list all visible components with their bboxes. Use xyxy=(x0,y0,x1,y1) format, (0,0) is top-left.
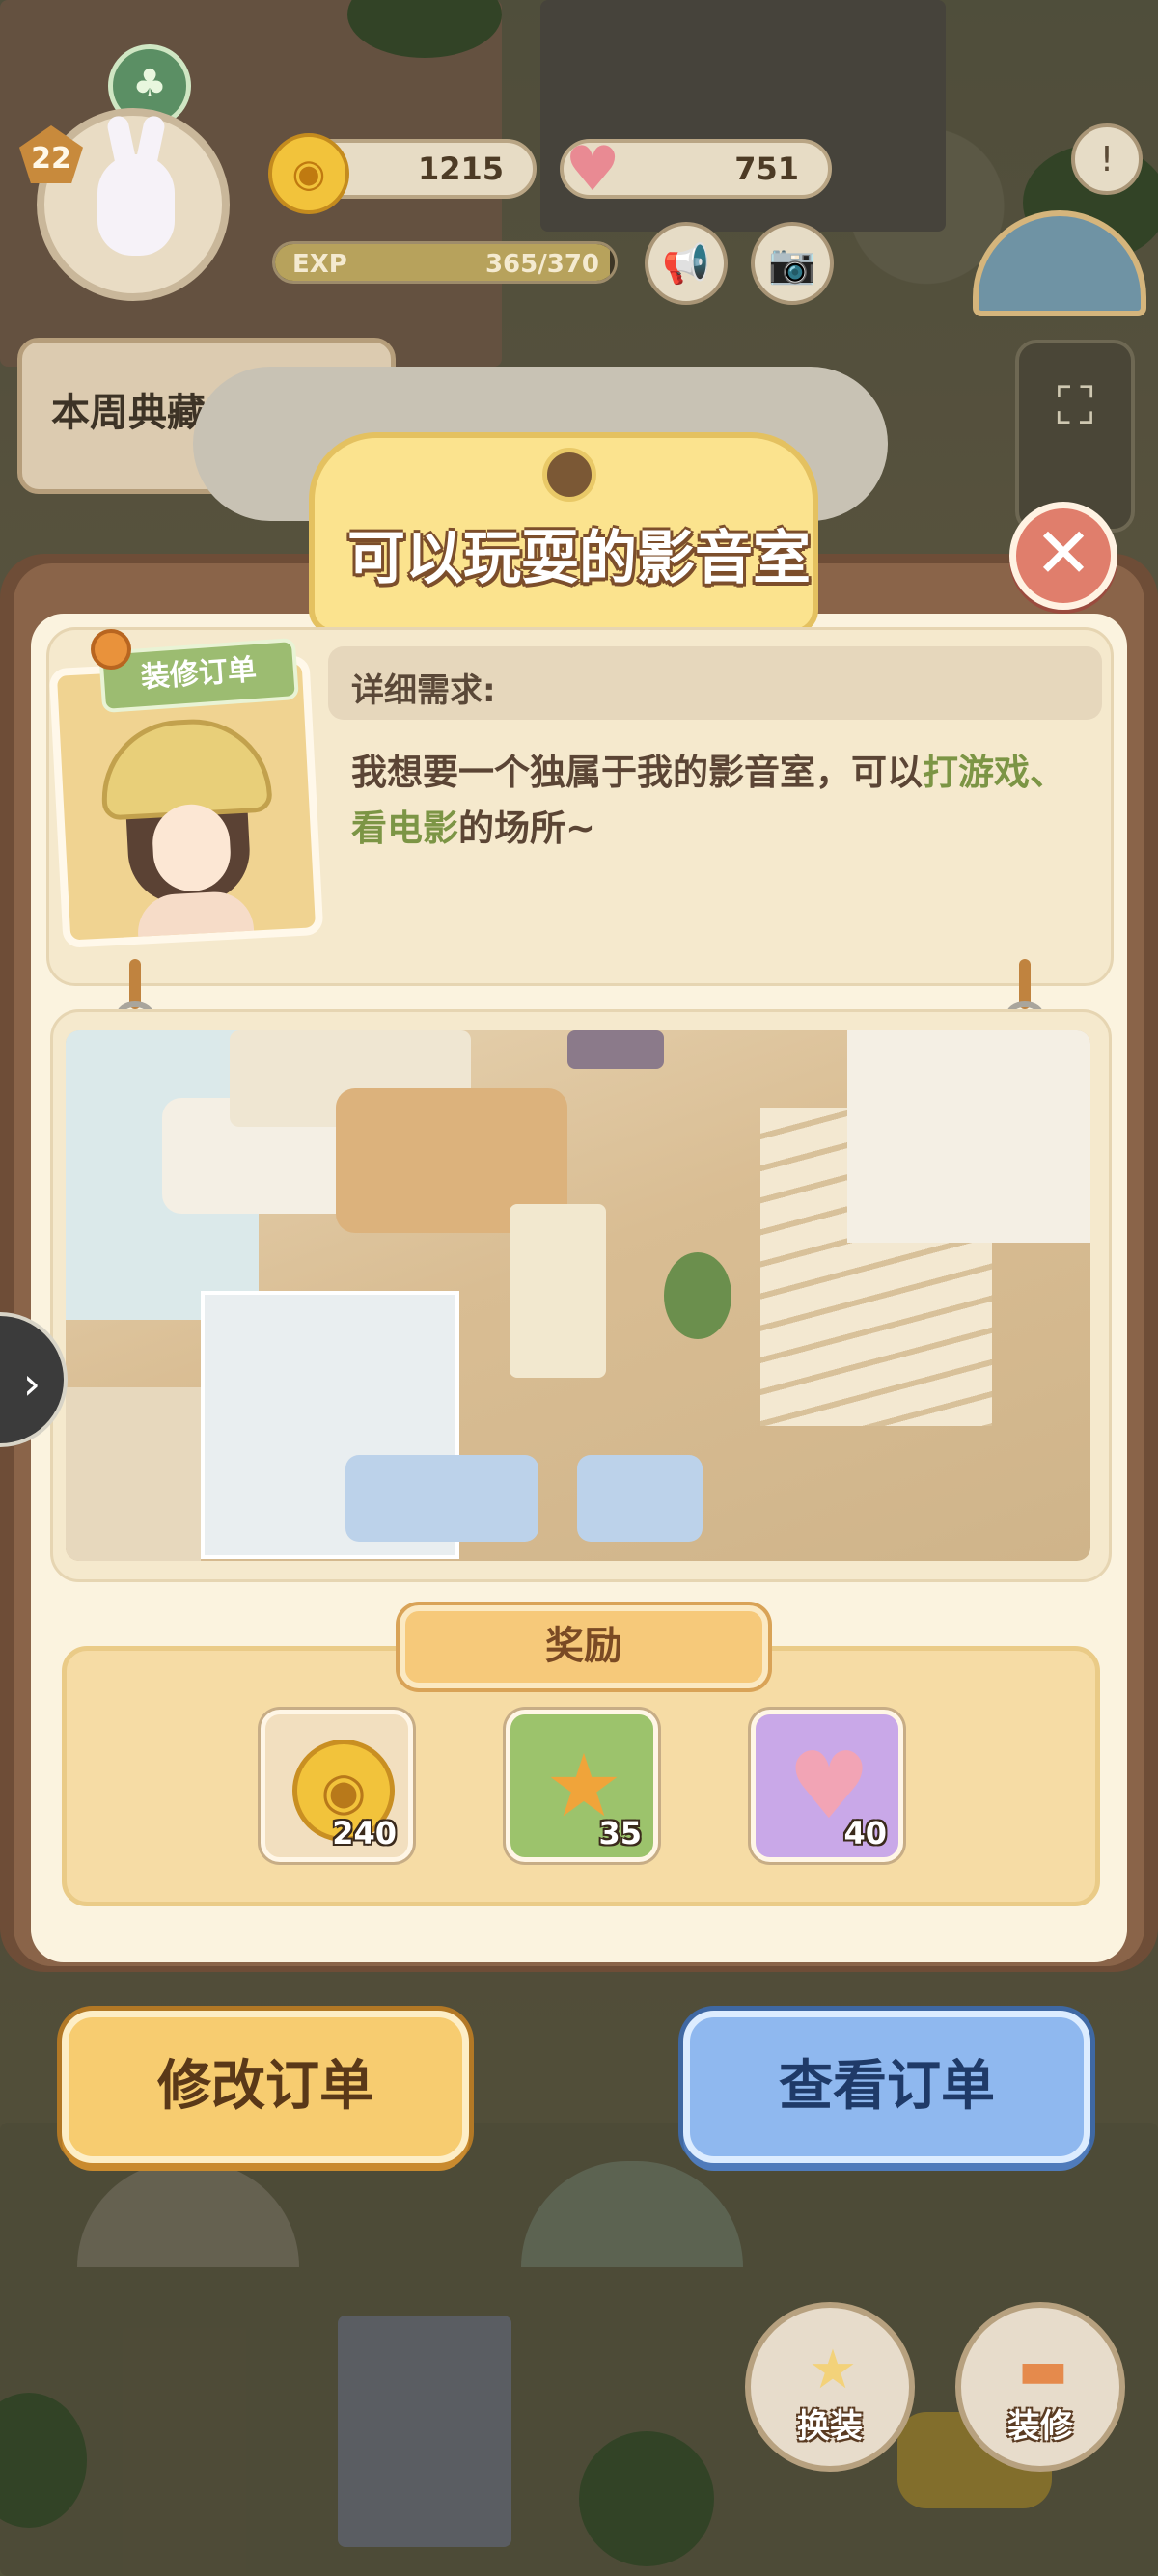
close-button[interactable]: ✕ xyxy=(1009,502,1117,610)
blue-sofa xyxy=(345,1455,538,1542)
outfit-button[interactable]: ★ 换装 xyxy=(745,2302,915,2472)
pushpin-icon xyxy=(91,629,131,670)
close-icon: ✕ xyxy=(1034,512,1093,593)
edit-order-button[interactable]: 修改订单 xyxy=(62,2011,469,2163)
fence-area xyxy=(66,1387,201,1561)
upper-wall xyxy=(847,1030,1090,1243)
reward-qty: 40 xyxy=(843,1815,887,1851)
keyboard xyxy=(567,1030,664,1069)
tag-hole-icon xyxy=(542,448,596,502)
requirement-separator: 、 xyxy=(1030,752,1065,793)
decorate-label: 装修 xyxy=(1007,2407,1073,2446)
alert-icon[interactable]: ! xyxy=(1071,123,1143,195)
coin-icon: ◉ xyxy=(268,133,349,214)
camera-icon[interactable]: 📷 xyxy=(751,222,834,305)
view-order-button[interactable]: 查看订单 xyxy=(683,2011,1090,2163)
requirement-highlight-game: 打游戏 xyxy=(923,752,1030,793)
potted-plant xyxy=(664,1252,731,1339)
requirement-heading: 详细需求: xyxy=(351,671,496,710)
decorate-button[interactable]: ▬ 装修 xyxy=(955,2302,1125,2472)
reward-coin[interactable]: ◉ 240 xyxy=(261,1710,413,1862)
armchair xyxy=(577,1455,703,1542)
heart-value: 751 xyxy=(734,151,799,187)
requirement-end: 的场所~ xyxy=(458,808,596,849)
reward-heart[interactable]: ♥ 40 xyxy=(751,1710,903,1862)
requirement-header: 详细需求: xyxy=(328,646,1102,720)
paint-roller-icon: ▬ xyxy=(1017,2339,1069,2401)
star-shirt-icon: ★ xyxy=(808,2339,858,2401)
weekly-label: 本周典藏 xyxy=(51,391,206,435)
coin-value: 1215 xyxy=(417,151,504,187)
coin-counter[interactable]: ◉ 1215 xyxy=(268,133,537,214)
bunny-avatar-icon xyxy=(97,114,175,256)
outfit-label: 换装 xyxy=(797,2407,863,2446)
exp-bar: EXP 365/370 xyxy=(272,241,618,284)
exp-label: EXP xyxy=(292,250,347,279)
exp-value: 365/370 xyxy=(484,250,599,279)
requirement-plain: 我想要一个独属于我的影音室，可以 xyxy=(351,752,923,793)
requirement-highlight-movie: 看电影 xyxy=(351,808,458,849)
heart-icon: ♥ xyxy=(565,134,620,206)
megaphone-icon[interactable]: 📢 xyxy=(645,222,728,305)
reward-qty: 240 xyxy=(332,1815,397,1851)
reward-qty: 35 xyxy=(598,1815,642,1851)
reward-star[interactable]: ★ 35 xyxy=(506,1710,658,1862)
chevron-right-icon: › xyxy=(22,1357,41,1410)
modal-title: 可以玩耍的影音室 xyxy=(347,525,811,592)
reward-heading: 奖励 xyxy=(400,1605,768,1688)
heart-counter[interactable]: ♥ 751 xyxy=(560,134,832,206)
requirement-text: 我想要一个独属于我的影音室，可以打游戏、看电影的场所~ xyxy=(351,745,1094,857)
fridge xyxy=(510,1204,606,1378)
room-preview-image xyxy=(66,1030,1090,1561)
